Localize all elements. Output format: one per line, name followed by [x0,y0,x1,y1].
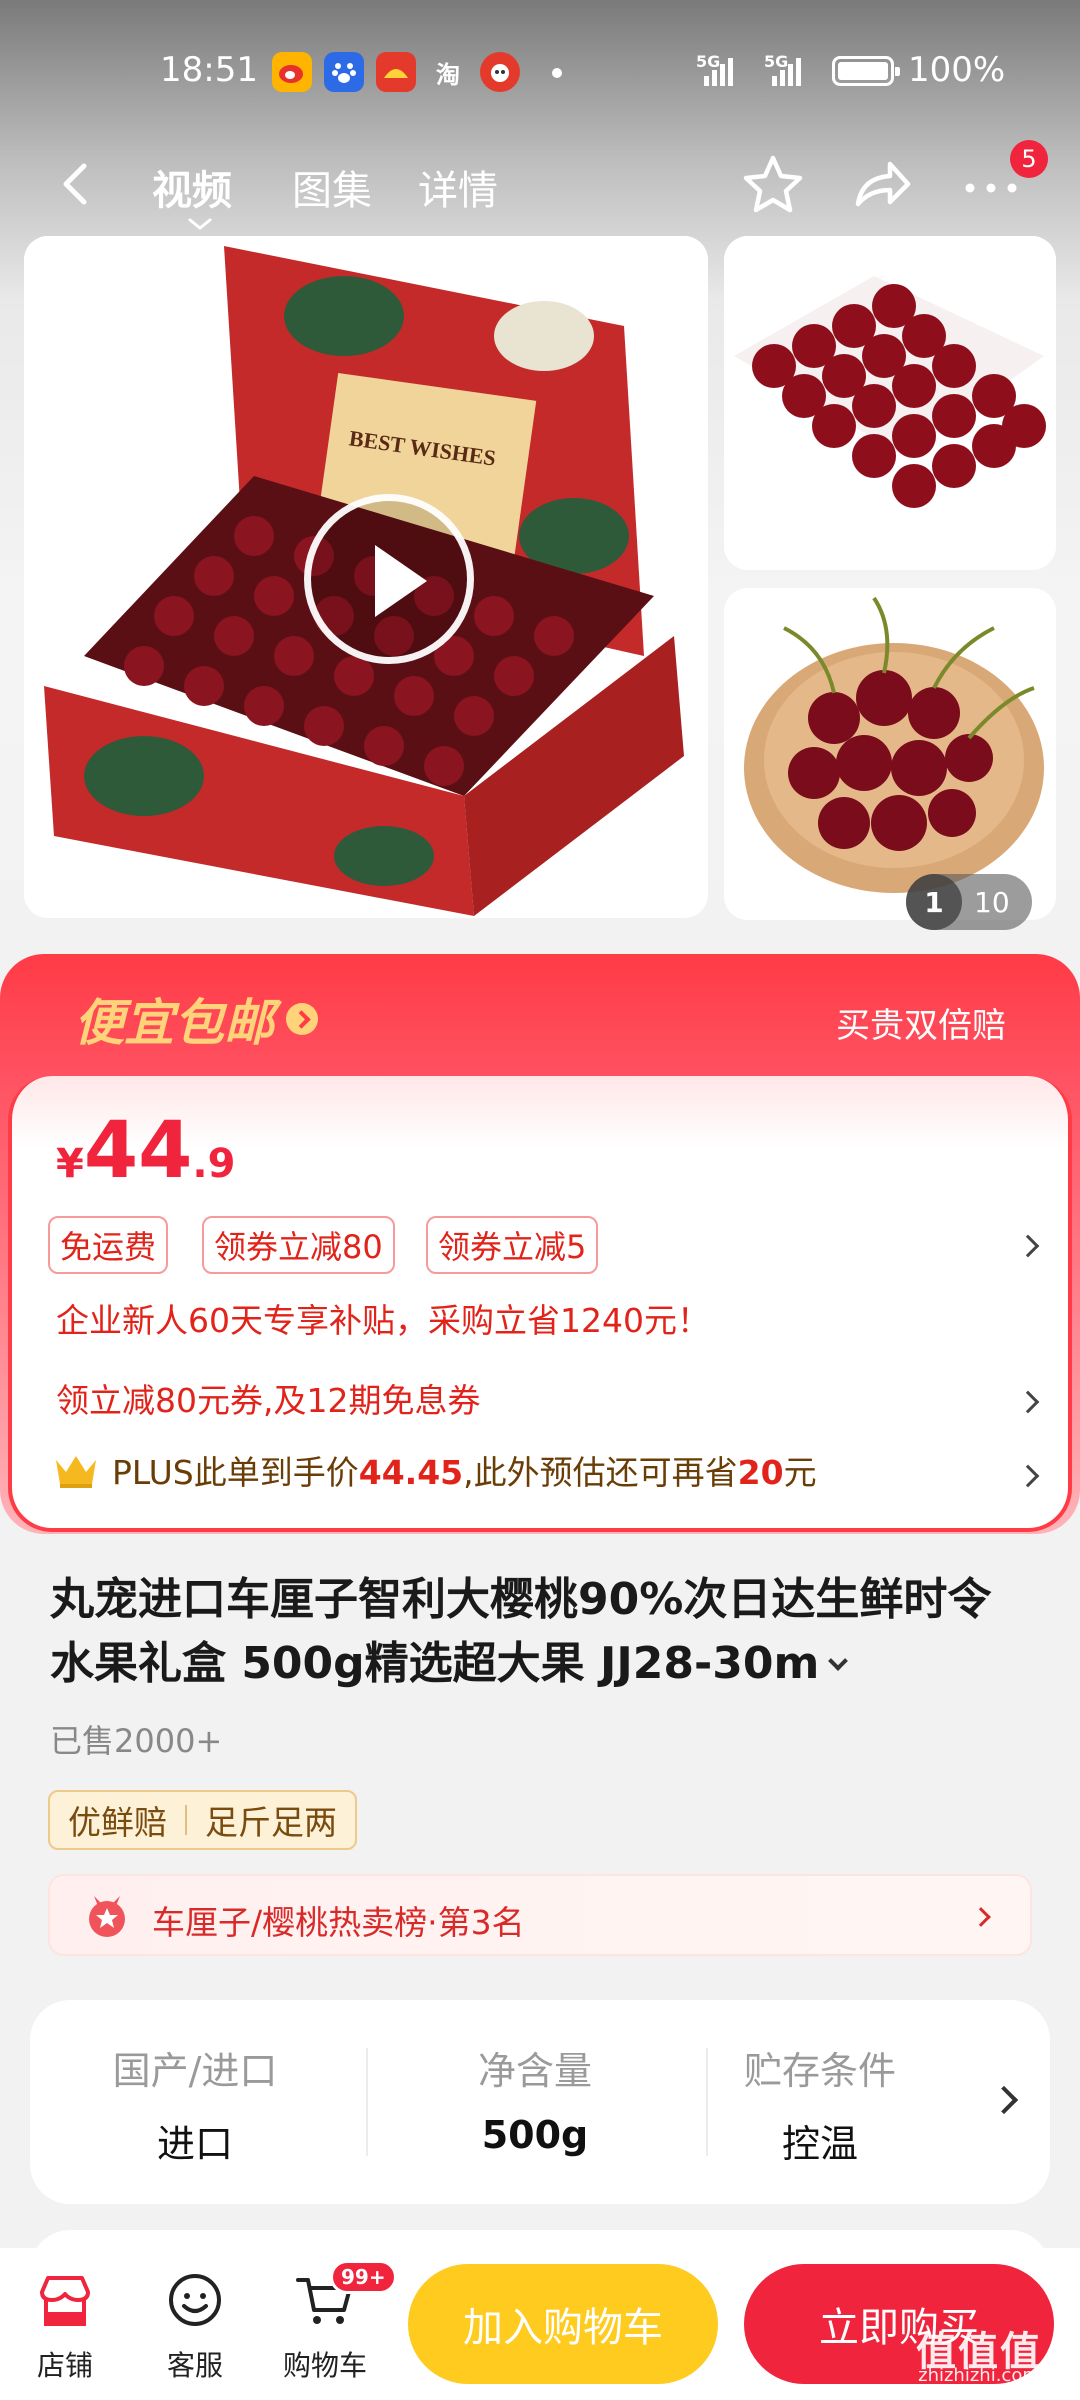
price-currency: ¥ [56,1141,84,1187]
tab-detail[interactable]: 详情 [418,158,498,216]
weibo-icon [272,52,312,92]
spec-value: 控温 [781,2122,858,2166]
signal-bars-2-icon [772,54,801,86]
gallery-thumbnail-1[interactable] [724,236,1056,570]
share-icon[interactable] [848,152,914,218]
tab-gallery[interactable]: 图集 [292,158,372,216]
product-title[interactable]: 丸宠进口车厘子智利大樱桃90%次日达生鲜时令水果礼盒 500g精选超大果 JJ2… [50,1568,1030,1696]
divider [366,2048,368,2156]
add-to-cart-button[interactable]: 加入购物车 [408,2264,718,2384]
free-shipping-label: 便宜包邮 [74,994,274,1052]
cart-count-badge: 99+ [330,2260,397,2294]
shop-icon [40,2276,90,2326]
price-decimal: .9 [192,1141,236,1187]
customer-service-button[interactable]: 客服 [140,2268,250,2384]
favorite-star-icon[interactable] [740,152,806,218]
signal-bars-1-icon [704,54,733,86]
watermark: 值值值 zhizhizhi.com [916,2329,1042,2388]
spec-value: 500g [481,2113,589,2157]
price: ¥44.9 [56,1106,235,1196]
watermark-logo-text: 值值值 [916,2329,1042,2375]
cherries-bowl-image [724,588,1056,920]
gallery-total-pages: 10 [974,886,1010,919]
sold-count: 已售2000+ [50,1722,223,1760]
guarantee-fresh: 优鲜赔 [68,1803,167,1842]
watermark-url: zhizhizhi.com [918,2365,1040,2386]
status-time: 18:51 [160,50,258,90]
chevron-right-circle-icon [286,1003,318,1035]
chevron-down-icon[interactable] [828,1651,849,1671]
chevron-right-icon[interactable] [1016,1390,1040,1414]
plus-price-text: PLUS此单到手价44.45,此外预估还可再省20元 [112,1453,817,1492]
free-shipping-banner[interactable]: 便宜包邮 [74,984,318,1054]
spec-value: 进口 [156,2122,233,2166]
gallery-current-page: 1 [906,874,962,930]
back-arrow-icon[interactable] [50,156,106,212]
cherries-row-image [724,236,1056,570]
more-notification-badge: 5 [1010,140,1048,178]
spec-net-weight: 净含量 500g [370,2040,700,2157]
tag-coupon-80[interactable]: 领券立减80 [202,1216,395,1274]
price-panel: ¥44.9 免运费 领券立减80 领券立减5 企业新人60天专享补贴，采购立省1… [8,1076,1072,1532]
medal-icon [89,1896,125,1937]
battery-percent: 100% [908,50,1006,90]
shop-button[interactable]: 店铺 [10,2268,120,2384]
baidu-icon [324,52,364,92]
cart-button[interactable]: 99+ 购物车 [270,2260,397,2384]
status-bar: 18:51 淘 5G 5G 100% [0,40,1080,104]
chevron-right-icon[interactable] [989,2085,1019,2115]
tab-video[interactable]: 视频 [152,158,232,216]
rank-text: 车厘子/樱桃热卖榜·第3名 [152,1903,525,1942]
service-guarantee-tags[interactable]: 优鲜赔 足斤足两 [48,1790,357,1850]
guarantee-weight: 足斤足两 [205,1803,337,1842]
coupon-offer[interactable]: 领立减80元券,及12期免息券 [56,1374,480,1422]
mascot-icon [480,52,520,92]
more-notifications-dot [552,68,562,78]
service-label: 客服 [166,2349,223,2382]
shop-label: 店铺 [36,2349,93,2382]
price-guarantee[interactable]: 买贵双倍赔 [836,998,1006,1047]
chevron-right-icon[interactable] [1016,1464,1040,1488]
taobao-icon: 淘 [436,60,460,89]
spec-label: 净含量 [477,2049,592,2093]
spec-label: 贮存条件 [743,2049,896,2093]
spec-storage: 贮存条件 控温 [680,2040,960,2168]
price-integer: 44 [83,1106,193,1196]
specs-card[interactable]: 国产/进口 进口 净含量 500g 贮存条件 控温 [30,2000,1050,2204]
chevron-right-icon[interactable] [1016,1234,1040,1258]
gallery-page-counter: 1 10 [906,874,1032,930]
nav-bar: 视频 图集 详情 5 [0,140,1080,230]
main-product-image[interactable]: BEST WISHES [24,236,708,918]
play-video-button[interactable] [304,494,474,664]
chevron-right-icon [971,1907,991,1927]
enterprise-offer: 企业新人60天专享补贴，采购立省1240元！ [56,1301,710,1340]
active-tab-indicator [188,218,212,230]
battery-icon [832,56,900,86]
tag-free-shipping[interactable]: 免运费 [48,1216,169,1274]
cart-label: 购物车 [282,2349,367,2382]
chat-face-icon [169,2274,221,2326]
tag-coupon-5[interactable]: 领券立减5 [426,1216,599,1274]
app-icon [376,52,416,92]
gallery-thumbnail-2[interactable] [724,588,1056,920]
spec-label: 国产/进口 [112,2049,278,2093]
plus-member-price-row[interactable]: PLUS此单到手价44.45,此外预估还可再省20元 [52,1446,817,1494]
spec-origin: 国产/进口 进口 [30,2040,360,2168]
crown-icon [56,1456,96,1488]
hot-sales-rank-bar[interactable]: 车厘子/樱桃热卖榜·第3名 [48,1874,1032,1956]
